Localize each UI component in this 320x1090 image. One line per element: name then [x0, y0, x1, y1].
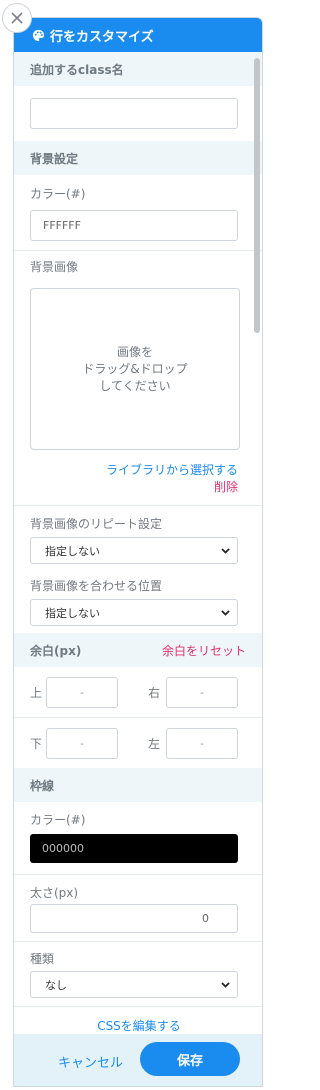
panel-footer: キャンセル 保存: [14, 1034, 262, 1086]
margin-bottom-input[interactable]: -: [46, 727, 118, 759]
palette-icon: [32, 29, 45, 41]
margin-left-input[interactable]: -: [166, 727, 238, 759]
bg-image-dropzone[interactable]: 画像を ドラッグ&ドロップ してください: [30, 288, 240, 450]
margin-top-input[interactable]: -: [46, 676, 118, 708]
border-color-label: カラー(#): [30, 813, 86, 827]
chevron-down-icon: [221, 610, 230, 616]
bg-position-label: 背景画像を合わせる位置: [30, 579, 163, 593]
bg-color-label: カラー(#): [30, 187, 86, 201]
class-name-input[interactable]: [30, 98, 238, 129]
close-button[interactable]: [2, 3, 32, 33]
panel-content: 追加するclass名 背景設定 カラー(#) FFFFFF 背景画像 画像を ド…: [14, 52, 262, 1034]
margin-top-label: 上: [30, 685, 43, 700]
edit-css-link[interactable]: CSSを編集する: [14, 1007, 262, 1034]
margin-row-bottom-left: 下 - 左 -: [14, 718, 262, 768]
margin-right-input[interactable]: -: [166, 676, 238, 708]
bg-image-label: 背景画像: [30, 260, 79, 274]
border-width-label: 太さ(px): [30, 886, 79, 900]
chevron-down-icon: [221, 548, 230, 554]
margin-left-label: 左: [148, 736, 161, 751]
bg-repeat-label: 背景画像のリピート設定: [30, 517, 163, 531]
close-icon: [11, 12, 23, 24]
select-from-library-link[interactable]: ライブラリから選択する: [14, 461, 262, 478]
border-type-select[interactable]: なし: [30, 971, 238, 998]
section-margin: 余白(px) 余白をリセット: [14, 633, 262, 667]
panel-header: 行をカスタマイズ: [14, 18, 262, 52]
cancel-button[interactable]: キャンセル: [58, 1052, 123, 1071]
delete-image-link[interactable]: 削除: [14, 478, 262, 495]
border-color-input[interactable]: 000000: [30, 834, 238, 863]
margin-right-label: 右: [148, 685, 161, 700]
margin-row-top-right: 上 - 右 -: [14, 667, 262, 717]
reset-margin-link[interactable]: 余白をリセット: [162, 642, 246, 659]
section-background: 背景設定: [14, 141, 262, 175]
border-type-label: 種類: [30, 952, 55, 966]
save-button[interactable]: 保存: [140, 1042, 240, 1076]
scrollbar-thumb[interactable]: [254, 58, 260, 333]
customize-row-panel: 行をカスタマイズ 追加するclass名 背景設定 カラー(#) FFFFFF 背…: [13, 17, 263, 1087]
section-class-name: 追加するclass名: [14, 52, 262, 86]
panel-title: 行をカスタマイズ: [50, 29, 154, 45]
bg-repeat-select[interactable]: 指定しない: [30, 537, 238, 564]
section-border: 枠線: [14, 768, 262, 802]
bg-position-select[interactable]: 指定しない: [30, 599, 238, 626]
margin-bottom-label: 下: [30, 736, 43, 751]
border-width-input[interactable]: 0: [30, 904, 238, 933]
chevron-down-icon: [221, 982, 230, 988]
bg-color-input[interactable]: FFFFFF: [30, 210, 238, 241]
